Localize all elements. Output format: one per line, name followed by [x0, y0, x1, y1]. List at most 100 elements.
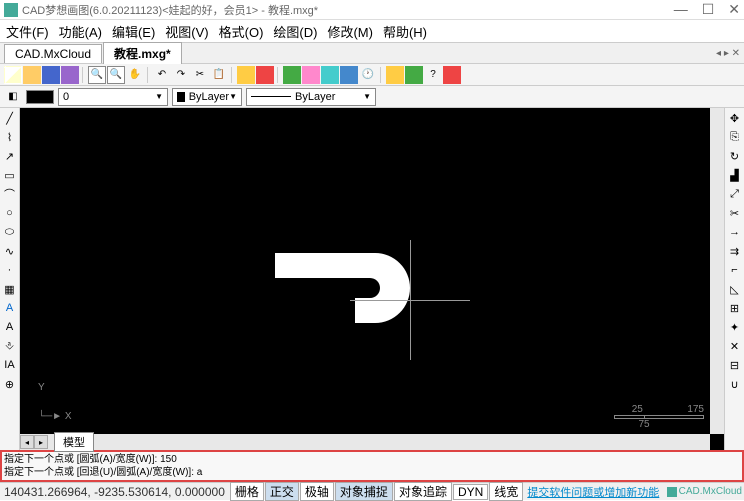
rotate-icon[interactable]: ↻: [727, 148, 743, 164]
menu-format[interactable]: 格式(O): [219, 22, 264, 41]
help-icon[interactable]: ?: [424, 66, 442, 84]
arc-icon[interactable]: ⌒: [2, 186, 18, 202]
ucs-y-label: Y: [38, 382, 72, 393]
ray-icon[interactable]: ↗: [2, 148, 18, 164]
saveas-icon[interactable]: [61, 66, 79, 84]
ucs-icon: Y └─► X: [38, 382, 72, 422]
tool-icon[interactable]: [340, 66, 358, 84]
explode-icon[interactable]: ✦: [727, 319, 743, 335]
trim-icon[interactable]: ✂: [727, 205, 743, 221]
mirror-icon[interactable]: ▟: [727, 167, 743, 183]
zoom-icon[interactable]: 🔍: [88, 66, 106, 84]
modify-toolbar: ✥ ⎘ ↻ ▟ ⤢ ✂ → ⇉ ⌐ ◺ ⊞ ✦ ✕ ⊟ ∪: [724, 108, 744, 450]
spline-icon[interactable]: ∿: [2, 243, 18, 259]
crosshair-vertical: [410, 240, 411, 360]
move-icon[interactable]: ✥: [727, 110, 743, 126]
circle-icon[interactable]: ○: [2, 205, 18, 221]
vertical-scrollbar[interactable]: [710, 108, 724, 434]
ortho-toggle[interactable]: 正交: [265, 482, 299, 501]
layer-combo[interactable]: 0 ▼: [58, 88, 168, 106]
new-icon[interactable]: [4, 66, 22, 84]
feedback-link[interactable]: 提交软件问题或增加新功能: [527, 484, 659, 500]
menu-modify[interactable]: 修改(M): [327, 22, 373, 41]
grid-toggle[interactable]: 栅格: [230, 482, 264, 501]
scale-bar: 25 175 75: [614, 404, 704, 430]
extend-icon[interactable]: →: [727, 224, 743, 240]
dyn-toggle[interactable]: DYN: [453, 484, 488, 500]
otrack-toggle[interactable]: 对象追踪: [394, 482, 452, 501]
copy-icon[interactable]: ⎘: [727, 129, 743, 145]
tool-icon[interactable]: [321, 66, 339, 84]
close-button[interactable]: ✕: [728, 1, 740, 18]
drawing-canvas[interactable]: Y └─► X 25 175 75 ◂ ▸ 模型: [20, 108, 724, 450]
menu-draw[interactable]: 绘图(D): [273, 22, 317, 41]
separator: [277, 67, 280, 83]
layer-icon[interactable]: [237, 66, 255, 84]
model-tab[interactable]: 模型: [54, 432, 94, 452]
hatch-icon[interactable]: ▦: [2, 281, 18, 297]
cut-icon[interactable]: ✂: [191, 66, 209, 84]
color-icon[interactable]: [256, 66, 274, 84]
offset-icon[interactable]: ⇉: [727, 243, 743, 259]
color-picker-icon[interactable]: ◧: [4, 88, 22, 106]
undo-icon[interactable]: ↶: [153, 66, 171, 84]
statusbar: 140431.266964, -9235.530614, 0.000000 栅格…: [0, 482, 744, 500]
separator: [147, 67, 150, 83]
lineweight-toggle[interactable]: 线宽: [489, 482, 523, 501]
erase-icon[interactable]: ✕: [727, 338, 743, 354]
dropdown-icon: ▼: [229, 92, 237, 101]
fillet-icon[interactable]: ⌐: [727, 262, 743, 278]
horizontal-scrollbar[interactable]: ◂ ▸ 模型: [20, 434, 710, 450]
insert-icon[interactable]: IA: [2, 357, 18, 373]
pan-icon[interactable]: ✋: [126, 66, 144, 84]
tool-icon[interactable]: [405, 66, 423, 84]
menu-edit[interactable]: 编辑(E): [112, 22, 155, 41]
menu-help[interactable]: 帮助(H): [383, 22, 427, 41]
join-icon[interactable]: ∪: [727, 376, 743, 392]
save-icon[interactable]: [42, 66, 60, 84]
command-history-line: 指定下一个点或 [圆弧(A)/宽度(W)]: 150: [4, 453, 740, 466]
color-combo[interactable]: ByLayer ▼: [172, 88, 242, 106]
linetype-value: ByLayer: [295, 91, 335, 103]
current-color[interactable]: [26, 90, 54, 104]
ucs-x-label: X: [65, 411, 72, 422]
dimension-icon[interactable]: ⊕: [2, 376, 18, 392]
line-icon[interactable]: ╱: [2, 110, 18, 126]
tab-controls[interactable]: ◂ ▸ ✕: [716, 48, 740, 59]
text-icon[interactable]: A: [2, 300, 18, 316]
open-icon[interactable]: [23, 66, 41, 84]
array-icon[interactable]: ⊞: [727, 300, 743, 316]
point-icon[interactable]: ·: [2, 262, 18, 278]
rectangle-icon[interactable]: ▭: [2, 167, 18, 183]
tab-cloud[interactable]: CAD.MxCloud: [4, 44, 102, 63]
zoom-extents-icon[interactable]: 🔍: [107, 66, 125, 84]
scroll-left-icon[interactable]: ◂: [20, 435, 34, 449]
minimize-button[interactable]: —: [674, 1, 688, 18]
copy-icon[interactable]: 📋: [210, 66, 228, 84]
tool-icon[interactable]: 🕐: [359, 66, 377, 84]
tool-icon[interactable]: [283, 66, 301, 84]
chamfer-icon[interactable]: ◺: [727, 281, 743, 297]
menu-view[interactable]: 视图(V): [165, 22, 208, 41]
scroll-right-icon[interactable]: ▸: [34, 435, 48, 449]
polar-toggle[interactable]: 极轴: [300, 482, 334, 501]
osnap-toggle[interactable]: 对象捕捉: [335, 482, 393, 501]
tab-tutorial[interactable]: 教程.mxg*: [103, 42, 182, 64]
mtext-icon[interactable]: A: [2, 319, 18, 335]
maximize-button[interactable]: ☐: [702, 1, 715, 18]
tool-icon[interactable]: [302, 66, 320, 84]
menu-file[interactable]: 文件(F): [6, 22, 49, 41]
scale-icon[interactable]: ⤢: [727, 186, 743, 202]
redo-icon[interactable]: ↷: [172, 66, 190, 84]
linetype-combo[interactable]: ByLayer ▼: [246, 88, 376, 106]
ellipse-icon[interactable]: ⬭: [2, 224, 18, 240]
break-icon[interactable]: ⊟: [727, 357, 743, 373]
command-line[interactable]: 指定下一个点或 [圆弧(A)/宽度(W)]: 150 指定下一个点或 [回退(U…: [0, 450, 744, 482]
polyline-icon[interactable]: ⌇: [2, 129, 18, 145]
tool-icon[interactable]: [386, 66, 404, 84]
block-icon[interactable]: ⎀: [2, 338, 18, 354]
tool-icon[interactable]: [443, 66, 461, 84]
titlebar: CAD梦想画图(6.0.20211123)<娃起的好，会员1> - 教程.mxg…: [0, 0, 744, 20]
menu-function[interactable]: 功能(A): [59, 22, 102, 41]
properties-toolbar: ◧ 0 ▼ ByLayer ▼ ByLayer ▼: [0, 86, 744, 108]
